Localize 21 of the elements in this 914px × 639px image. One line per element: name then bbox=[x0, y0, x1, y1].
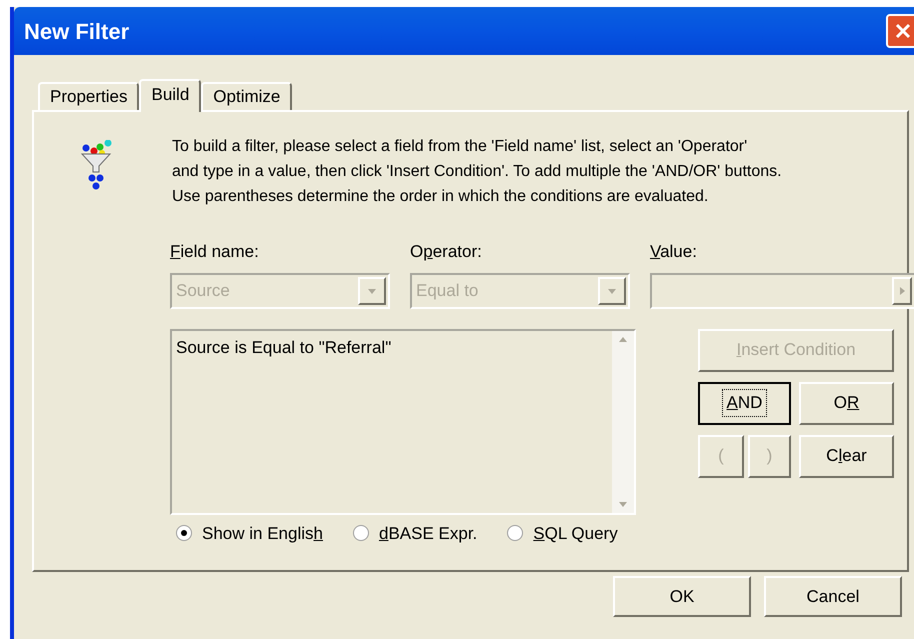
dialog-button[interactable]: OK bbox=[613, 576, 751, 617]
tab[interactable]: Build bbox=[139, 79, 202, 112]
field-label: Value: bbox=[650, 241, 698, 263]
tab[interactable]: Optimize bbox=[201, 82, 292, 110]
tab[interactable]: Properties bbox=[38, 82, 140, 110]
dialog-button[interactable]: OR bbox=[799, 382, 894, 424]
instructions-text: To build a filter, please select a field from the 'Field name' list, select an 'Operator' and type in a value, then click 'Insert Condition'. To add multiple the 'AND/OR' buttons. Use parentheses determine the order in which the conditions are evaluated. bbox=[172, 137, 782, 207]
dialog-button[interactable]: Cancel bbox=[764, 576, 902, 617]
close-button[interactable] bbox=[886, 14, 914, 48]
dialog-button[interactable]: Clear bbox=[799, 434, 894, 478]
condition-text: Source is Equal to "Referral" bbox=[175, 336, 392, 358]
conditions-list[interactable]: Source is Equal to "Referral" bbox=[170, 328, 636, 514]
close-icon bbox=[894, 22, 912, 40]
field-label: Field name: bbox=[170, 241, 260, 263]
radio-option[interactable]: Show in English bbox=[176, 520, 323, 546]
field-label: Operator: bbox=[410, 241, 483, 263]
window-title: New Filter bbox=[24, 18, 130, 46]
funnel-icon bbox=[78, 140, 114, 192]
radio-option[interactable]: SQL Query bbox=[507, 520, 618, 546]
dialog-button[interactable]: AND bbox=[698, 382, 791, 424]
radio-option[interactable]: dBASE Expr. bbox=[352, 520, 478, 546]
